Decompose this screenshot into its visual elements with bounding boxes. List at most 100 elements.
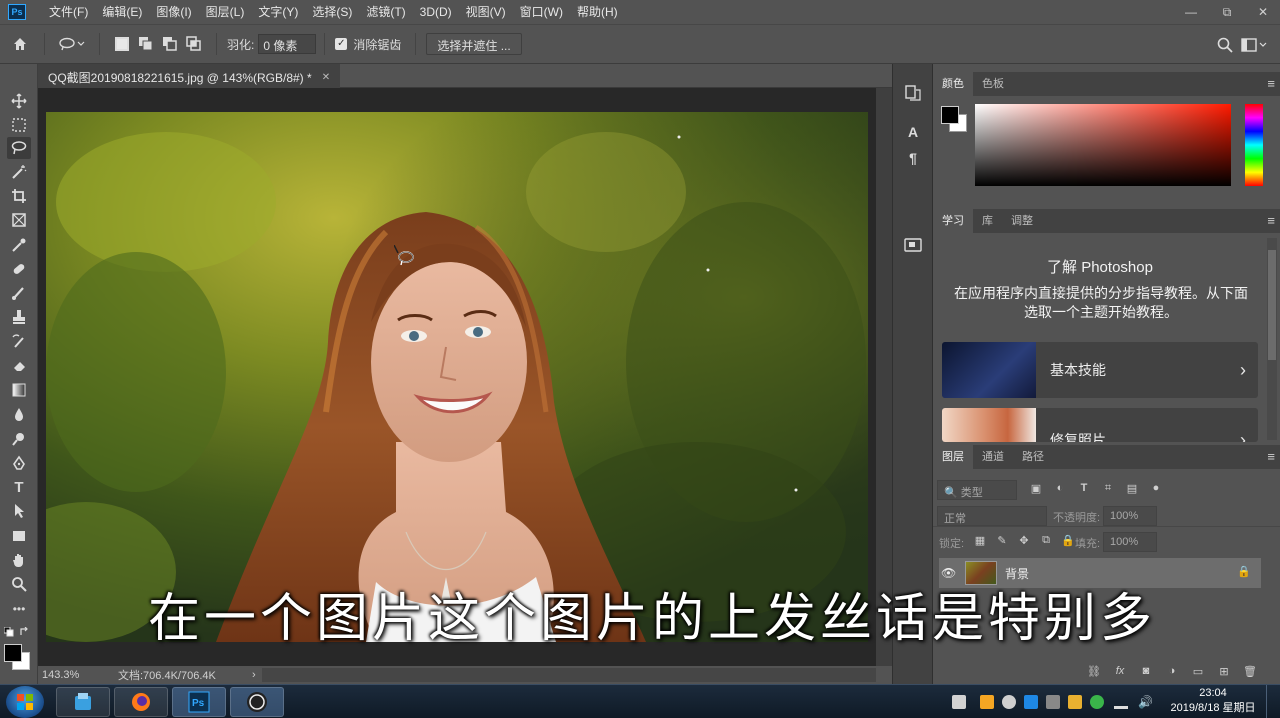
horizontal-scrollbar[interactable] bbox=[262, 668, 876, 682]
antialias-checkbox[interactable]: ✓ bbox=[335, 38, 348, 50]
filter-smart-object-icon[interactable]: ▤ bbox=[1125, 482, 1139, 495]
tab-channels[interactable]: 通道 bbox=[973, 445, 1013, 469]
path-selection-tool-icon[interactable] bbox=[7, 500, 31, 522]
feather-input[interactable]: 0 像素 bbox=[258, 34, 317, 54]
lasso-preset-icon[interactable] bbox=[55, 32, 89, 56]
tab-color[interactable]: 颜色 bbox=[933, 72, 973, 96]
pen-tool-icon[interactable] bbox=[7, 452, 31, 474]
delete-layer-icon[interactable]: 🗑 bbox=[1243, 665, 1257, 678]
show-desktop-button[interactable] bbox=[1266, 685, 1280, 718]
intersect-selection-icon[interactable] bbox=[182, 32, 206, 56]
menu-file[interactable]: 文件(F) bbox=[42, 0, 95, 24]
brush-tool-icon[interactable] bbox=[7, 282, 31, 304]
tray-app-icon[interactable] bbox=[1024, 695, 1038, 709]
new-adjustment-icon[interactable]: ◑ bbox=[1165, 665, 1179, 677]
crop-tool-icon[interactable] bbox=[7, 185, 31, 207]
layers-panel-menu-icon[interactable]: ≡ bbox=[1267, 445, 1275, 469]
eraser-tool-icon[interactable] bbox=[7, 355, 31, 377]
menu-view[interactable]: 视图(V) bbox=[459, 0, 513, 24]
zoom-level[interactable]: 143.3% bbox=[42, 669, 114, 681]
start-button-icon[interactable] bbox=[6, 686, 44, 718]
status-menu-arrow[interactable]: › bbox=[252, 669, 256, 681]
tray-power-icon[interactable] bbox=[1002, 695, 1016, 709]
frame-tool-icon[interactable] bbox=[7, 209, 31, 231]
system-clock[interactable]: 23:04 2019/8/18 星期日 bbox=[1168, 686, 1258, 716]
history-panel-icon[interactable] bbox=[904, 84, 922, 102]
subtract-selection-icon[interactable] bbox=[158, 32, 182, 56]
character-panel-icon[interactable]: A bbox=[904, 124, 922, 142]
restore-button[interactable]: ⧉ bbox=[1218, 5, 1236, 20]
home-icon[interactable] bbox=[0, 32, 40, 56]
swap-colors-icon[interactable] bbox=[20, 626, 30, 636]
new-selection-icon[interactable] bbox=[115, 37, 129, 51]
filter-toggle-icon[interactable]: ● bbox=[1149, 482, 1163, 495]
layer-lock-icon[interactable]: 🔒 bbox=[1237, 565, 1251, 578]
clone-stamp-tool-icon[interactable] bbox=[7, 306, 31, 328]
learn-card-fix-photos[interactable]: 修复照片 › bbox=[942, 408, 1258, 442]
tray-keyboard-icon[interactable] bbox=[952, 695, 966, 709]
obs-taskbar-icon[interactable] bbox=[230, 687, 284, 717]
menu-layer[interactable]: 图层(L) bbox=[199, 0, 252, 24]
hand-tool-icon[interactable] bbox=[7, 549, 31, 571]
search-icon[interactable] bbox=[1216, 33, 1234, 57]
tab-close-icon[interactable]: ✕ bbox=[322, 72, 330, 83]
tab-adjustments[interactable]: 调整 bbox=[1002, 209, 1042, 233]
minimize-button[interactable]: — bbox=[1182, 5, 1200, 19]
document-tab[interactable]: QQ截图20190818221615.jpg @ 143%(RGB/8#) * … bbox=[38, 64, 341, 88]
learn-scrollbar[interactable] bbox=[1267, 238, 1277, 440]
add-mask-icon[interactable]: ◙ bbox=[1139, 665, 1153, 677]
lock-all-icon[interactable]: 🔒 bbox=[1061, 534, 1075, 547]
blend-mode-dropdown[interactable]: 正常 bbox=[937, 506, 1047, 526]
menu-filter[interactable]: 滤镜(T) bbox=[359, 0, 412, 24]
layer-style-icon[interactable]: fx bbox=[1113, 665, 1127, 677]
marquee-tool-icon[interactable] bbox=[7, 114, 31, 136]
menu-image[interactable]: 图像(I) bbox=[149, 0, 198, 24]
color-panel-menu-icon[interactable]: ≡ bbox=[1267, 72, 1275, 96]
tray-security-icon[interactable] bbox=[1090, 695, 1104, 709]
lock-transparency-icon[interactable]: ▦ bbox=[973, 534, 987, 547]
tab-paths[interactable]: 路径 bbox=[1013, 445, 1053, 469]
more-tools-icon[interactable]: ••• bbox=[7, 598, 31, 620]
lasso-tool-icon[interactable] bbox=[7, 137, 31, 159]
dodge-tool-icon[interactable] bbox=[7, 428, 31, 450]
lock-paint-icon[interactable]: ✎ bbox=[995, 534, 1009, 547]
file-explorer-taskbar-icon[interactable] bbox=[56, 687, 110, 717]
healing-brush-tool-icon[interactable] bbox=[7, 258, 31, 280]
photoshop-taskbar-icon[interactable]: Ps bbox=[172, 687, 226, 717]
layer-filter-dropdown[interactable]: 🔍 类型 bbox=[937, 480, 1017, 500]
tray-folder-icon[interactable] bbox=[1068, 695, 1082, 709]
gradient-tool-icon[interactable] bbox=[7, 379, 31, 401]
rectangle-tool-icon[interactable] bbox=[7, 525, 31, 547]
color-field[interactable] bbox=[975, 104, 1231, 186]
learn-panel-menu-icon[interactable]: ≡ bbox=[1267, 209, 1275, 233]
tray-signal-icon[interactable] bbox=[1114, 695, 1128, 709]
move-tool-icon[interactable] bbox=[7, 90, 31, 112]
tab-learn[interactable]: 学习 bbox=[933, 209, 973, 233]
lock-position-icon[interactable]: ✥ bbox=[1017, 534, 1031, 547]
color-fg-swatch[interactable] bbox=[941, 106, 959, 124]
paragraph-panel-icon[interactable]: ¶ bbox=[904, 150, 922, 168]
tray-shield-icon[interactable] bbox=[980, 695, 994, 709]
workspace-switcher-icon[interactable] bbox=[1240, 33, 1268, 57]
filter-shape-icon[interactable]: ⌗ bbox=[1101, 482, 1115, 495]
new-layer-icon[interactable]: ⊞ bbox=[1217, 665, 1231, 678]
firefox-taskbar-icon[interactable] bbox=[114, 687, 168, 717]
blur-tool-icon[interactable] bbox=[7, 403, 31, 425]
canvas-image[interactable] bbox=[46, 112, 868, 642]
tab-libraries[interactable]: 库 bbox=[973, 209, 1002, 233]
opacity-input[interactable]: 100% bbox=[1103, 506, 1157, 526]
hue-slider[interactable] bbox=[1245, 104, 1263, 186]
lock-artboard-icon[interactable]: ⧉ bbox=[1039, 534, 1053, 547]
close-window-button[interactable]: ✕ bbox=[1254, 5, 1272, 19]
fill-input[interactable]: 100% bbox=[1103, 532, 1157, 552]
new-group-icon[interactable]: ▭ bbox=[1191, 665, 1205, 678]
default-colors-icon[interactable] bbox=[3, 626, 14, 637]
filter-adjustment-icon[interactable]: ◐ bbox=[1053, 482, 1067, 495]
filter-pixel-icon[interactable]: ▣ bbox=[1029, 482, 1043, 495]
tab-swatches[interactable]: 色板 bbox=[973, 72, 1013, 96]
tab-layers[interactable]: 图层 bbox=[933, 445, 973, 469]
eyedropper-tool-icon[interactable] bbox=[7, 234, 31, 256]
type-tool-icon[interactable]: T bbox=[7, 476, 31, 498]
menu-type[interactable]: 文字(Y) bbox=[251, 0, 305, 24]
menu-window[interactable]: 窗口(W) bbox=[513, 0, 570, 24]
